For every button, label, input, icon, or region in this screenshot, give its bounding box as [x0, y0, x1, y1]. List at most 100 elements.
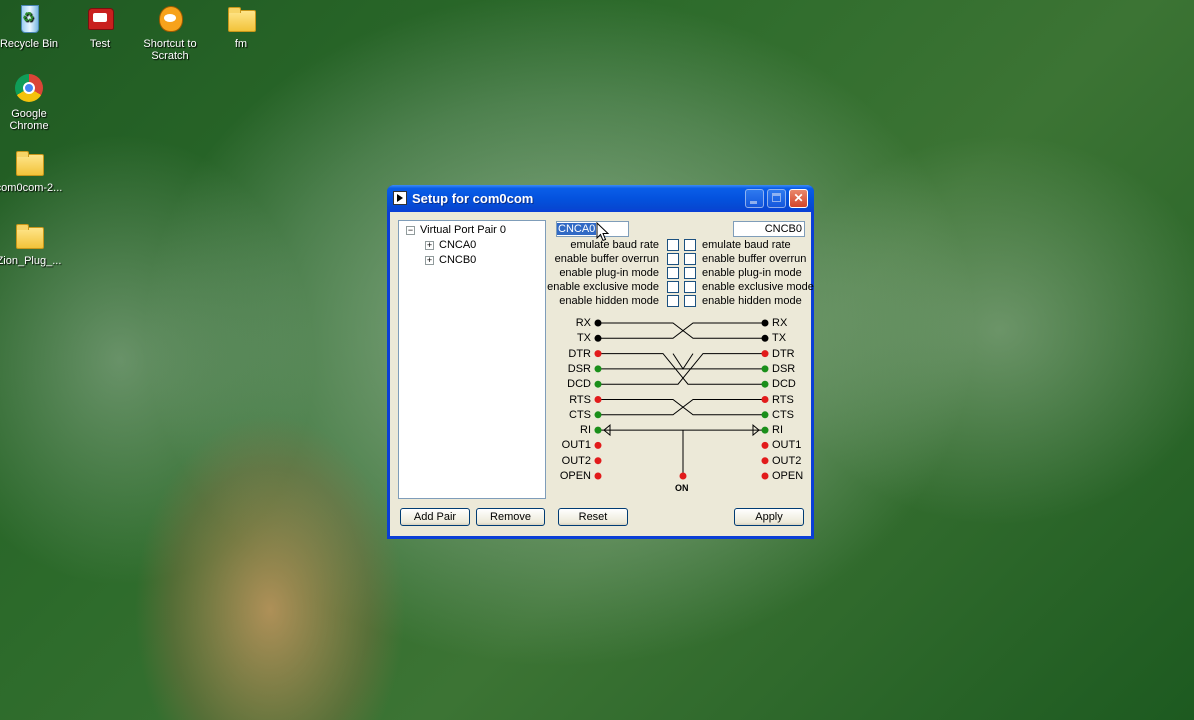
app-icon[interactable]	[393, 191, 407, 205]
left-signal-dot[interactable]	[594, 457, 602, 465]
left-signal-label: DSR	[567, 362, 591, 375]
right-signal-label: DCD	[772, 378, 796, 391]
close-icon: ✕	[793, 191, 804, 205]
on-signal-dot[interactable]	[679, 472, 687, 480]
right-signal-dot[interactable]	[761, 472, 769, 480]
left-signal-dot[interactable]	[594, 380, 602, 388]
left-signal-dot[interactable]	[594, 350, 602, 358]
right-signal-dot[interactable]	[761, 350, 769, 358]
left-signal-label: RTS	[569, 393, 591, 406]
close-button[interactable]: ✕	[789, 189, 808, 208]
wire-dtr-dsr-right	[598, 353, 694, 370]
right-signal-dot[interactable]	[761, 411, 769, 419]
desktop-icon-label: Recycle Bin	[0, 38, 59, 50]
right-signal-label: CTS	[772, 408, 794, 421]
desktop-icon-label: Google Chrome	[9, 108, 49, 132]
maximize-button[interactable]	[767, 189, 786, 208]
port-b-buffer-overrun-checkbox[interactable]	[684, 253, 696, 265]
right-signal-label: RTS	[772, 393, 794, 406]
wire-tx-rx	[598, 322, 765, 339]
port-a-plug-in-checkbox[interactable]	[667, 267, 679, 279]
left-signal-dot[interactable]	[594, 411, 602, 419]
left-signal-dot[interactable]	[594, 441, 602, 449]
right-signal-dot[interactable]	[761, 457, 769, 465]
left-signal-label: DTR	[568, 347, 591, 360]
left-signal-dot[interactable]	[594, 334, 602, 342]
port-a-emulate-baud-checkbox[interactable]	[667, 239, 679, 251]
remove-button[interactable]: Remove	[476, 508, 545, 526]
left-signal-dot[interactable]	[594, 396, 602, 403]
port-b-exclusive-checkbox[interactable]	[684, 281, 696, 293]
collapse-icon[interactable]: −	[406, 226, 415, 235]
right-signal-dot[interactable]	[761, 426, 769, 434]
port-b-hidden-checkbox[interactable]	[684, 295, 696, 307]
expand-icon[interactable]: +	[425, 241, 434, 250]
desktop-icon-test[interactable]: Test	[64, 2, 136, 50]
left-signal-dot[interactable]	[594, 319, 602, 327]
test-app-icon	[84, 2, 116, 34]
port-b-emulate-baud-checkbox[interactable]	[684, 239, 696, 251]
port-b-plug-in-checkbox[interactable]	[684, 267, 696, 279]
folder-icon	[13, 146, 45, 178]
expand-icon[interactable]: +	[425, 256, 434, 265]
port-a-option-label: enable buffer overrun	[554, 253, 659, 265]
desktop-icon-label: fm	[234, 38, 248, 50]
right-signal-label: DTR	[772, 347, 795, 360]
port-b-option-label: enable exclusive mode	[702, 281, 814, 293]
title-bar[interactable]: Setup for com0com ✕	[387, 185, 814, 212]
port-a-name-input[interactable]: CNCA0	[556, 221, 629, 237]
right-signal-label: OPEN	[772, 470, 804, 482]
desktop-icon-zion-folder[interactable]: Zion_Plug_...	[0, 219, 65, 267]
left-signal-label: DCD	[567, 378, 591, 391]
desktop-icon-label: com0com-2...	[0, 182, 63, 194]
port-a-option-label: enable plug-in mode	[559, 267, 659, 279]
left-signal-label: OUT2	[561, 454, 591, 467]
port-b-option-label: enable buffer overrun	[702, 253, 807, 265]
desktop-icon-chrome[interactable]: Google Chrome	[0, 72, 65, 132]
wire-rts-cts	[598, 399, 765, 416]
add-pair-button[interactable]: Add Pair	[400, 508, 470, 526]
right-signal-dot[interactable]	[761, 396, 769, 403]
port-a-exclusive-checkbox[interactable]	[667, 281, 679, 293]
port-a-name-selected: CNCA0	[557, 223, 597, 235]
right-signal-label: OUT1	[772, 439, 802, 452]
left-signal-label: TX	[576, 332, 591, 345]
wire-rx-tx	[598, 322, 765, 339]
window-content: − Virtual Port Pair 0 + CNCA0 + CNCB0 CN…	[390, 212, 814, 536]
left-signal-dot[interactable]	[594, 472, 602, 480]
reset-button[interactable]: Reset	[558, 508, 628, 526]
port-b-option-label: emulate baud rate	[702, 239, 791, 251]
right-signal-dot[interactable]	[761, 334, 769, 342]
port-b-option-label: enable hidden mode	[702, 295, 802, 307]
desktop-icon-label: Test	[89, 38, 111, 50]
port-a-option-label: emulate baud rate	[570, 239, 659, 251]
right-signal-label: RI	[772, 424, 783, 437]
minimize-button[interactable]	[745, 189, 764, 208]
desktop-icon-com0com-folder[interactable]: com0com-2...	[0, 146, 65, 194]
right-signal-dot[interactable]	[761, 319, 769, 327]
left-signal-dot[interactable]	[594, 426, 602, 434]
left-signal-label: RX	[575, 317, 591, 329]
right-signal-label: OUT2	[772, 454, 802, 467]
wire-cts-rts	[598, 399, 765, 416]
left-signal-dot[interactable]	[594, 365, 602, 373]
apply-button[interactable]: Apply	[734, 508, 804, 526]
right-signal-dot[interactable]	[761, 441, 769, 449]
right-signal-dot[interactable]	[761, 380, 769, 388]
desktop-icon-recycle-bin[interactable]: Recycle Bin	[0, 2, 65, 50]
left-signal-label: OUT1	[561, 439, 591, 452]
folder-icon	[225, 2, 257, 34]
port-b-name-text: CNCB0	[764, 223, 802, 235]
desktop-icon-scratch-shortcut[interactable]: Shortcut to Scratch	[134, 2, 206, 62]
right-signal-label: RX	[772, 317, 788, 329]
right-signal-dot[interactable]	[761, 365, 769, 373]
desktop-icon-fm[interactable]: fm	[205, 2, 277, 50]
folder-icon	[13, 219, 45, 251]
recycle-bin-icon	[13, 2, 45, 34]
port-b-name-input[interactable]: CNCB0	[733, 221, 805, 237]
port-b-option-label: enable plug-in mode	[702, 267, 802, 279]
window-title: Setup for com0com	[412, 191, 534, 206]
mouse-cursor-icon	[596, 222, 610, 242]
port-a-buffer-overrun-checkbox[interactable]	[667, 253, 679, 265]
port-a-hidden-checkbox[interactable]	[667, 295, 679, 307]
